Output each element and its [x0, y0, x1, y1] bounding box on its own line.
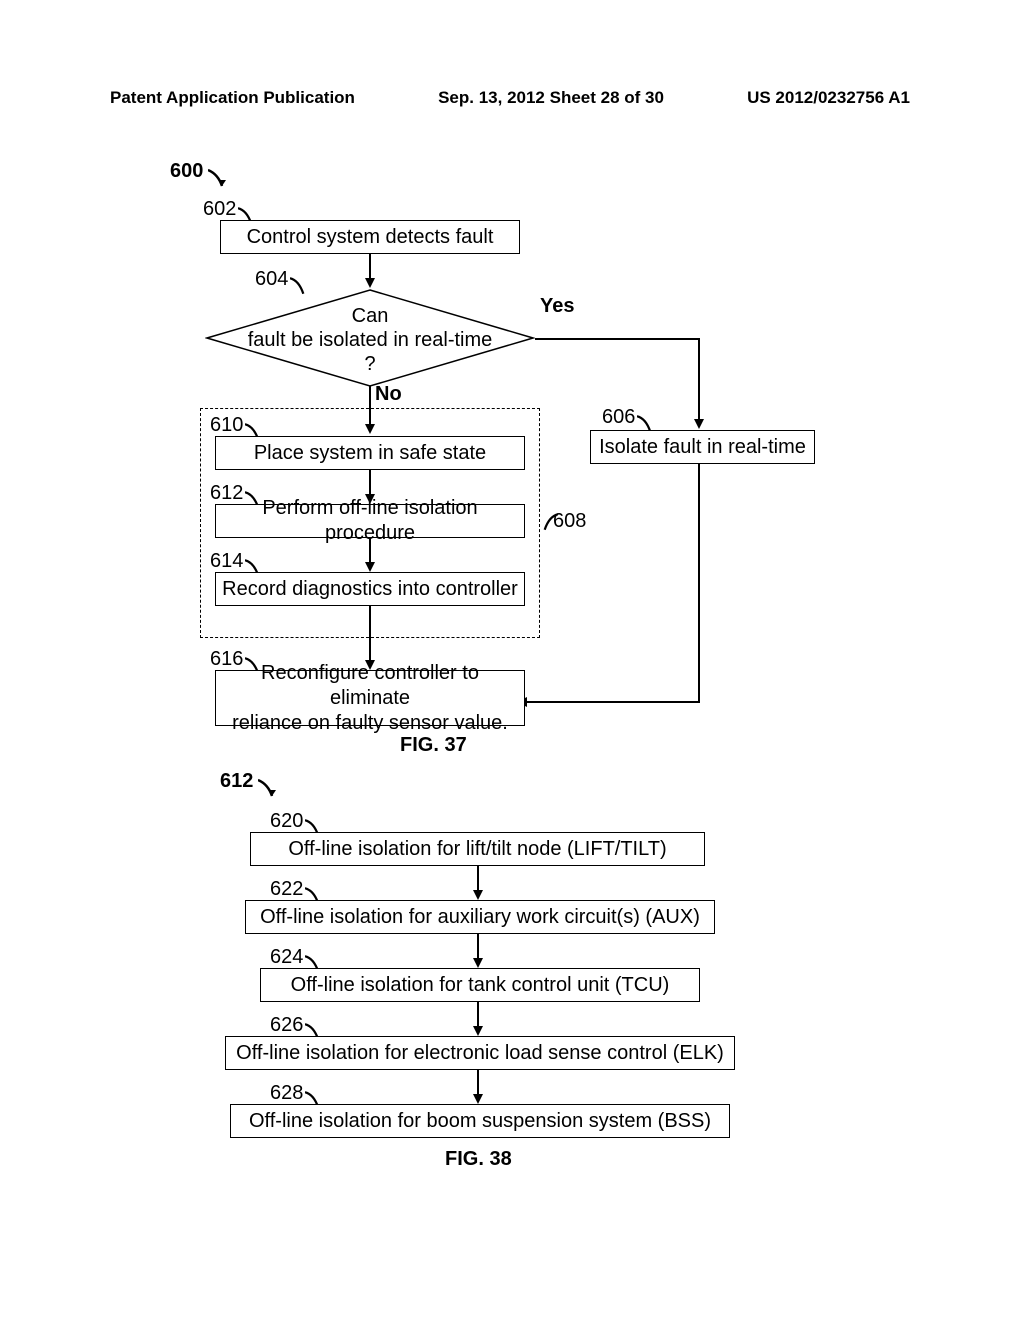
- arrowhead-622-624: [473, 958, 483, 968]
- box-616-text: Reconfigure controller to eliminate reli…: [222, 661, 518, 736]
- flow-box-622: Off-line isolation for auxiliary work ci…: [245, 900, 715, 934]
- header-left: Patent Application Publication: [110, 88, 355, 108]
- fig37-label: FIG. 37: [400, 734, 467, 757]
- arrowhead-624-626: [473, 1026, 483, 1036]
- decision-604: Can fault be isolated in real-time ?: [205, 288, 535, 388]
- arrow-602-604: [369, 254, 371, 280]
- arrow-yes-h: [535, 338, 700, 340]
- fig38-label: FIG. 38: [445, 1148, 512, 1171]
- arrowhead-yes: [694, 419, 704, 429]
- box-626-text: Off-line isolation for electronic load s…: [236, 1041, 724, 1066]
- arrow-614-616: [369, 606, 371, 662]
- ref-606: 606: [602, 406, 635, 429]
- ref-624: 624: [270, 946, 303, 969]
- arrow-626-628: [477, 1070, 479, 1096]
- box-628-text: Off-line isolation for boom suspension s…: [249, 1109, 711, 1134]
- flow-box-628: Off-line isolation for boom suspension s…: [230, 1104, 730, 1138]
- ref-610: 610: [210, 414, 243, 437]
- hook-600: [208, 168, 228, 188]
- flow-box-616: Reconfigure controller to eliminate reli…: [215, 670, 525, 726]
- box-620-text: Off-line isolation for lift/tilt node (L…: [288, 837, 666, 862]
- ref-614: 614: [210, 550, 243, 573]
- arrow-606-616-v: [698, 464, 700, 703]
- box-606-text: Isolate fault in real-time: [599, 435, 806, 460]
- box-602-text: Control system detects fault: [247, 225, 494, 250]
- ref-612-fig38: 612: [220, 770, 253, 793]
- arrow-620-622: [477, 866, 479, 892]
- header-mid: Sep. 13, 2012 Sheet 28 of 30: [438, 88, 664, 108]
- content-area: 600 602 Control system detects fault 604…: [100, 150, 924, 1270]
- decision-604-text: Can fault be isolated in real-time ?: [205, 304, 535, 376]
- flow-box-602: Control system detects fault: [220, 220, 520, 254]
- arrow-606-616-h: [525, 701, 700, 703]
- arrow-622-624: [477, 934, 479, 960]
- flow-box-612: Perform off-line isolation procedure: [215, 504, 525, 538]
- yes-label: Yes: [540, 295, 574, 318]
- flow-box-614: Record diagnostics into controller: [215, 572, 525, 606]
- hook-608: [538, 512, 558, 532]
- flow-box-624: Off-line isolation for tank control unit…: [260, 968, 700, 1002]
- box-610-text: Place system in safe state: [254, 441, 486, 466]
- ref-608: 608: [553, 510, 586, 533]
- flow-box-610: Place system in safe state: [215, 436, 525, 470]
- arrow-624-626: [477, 1002, 479, 1028]
- arrow-612-614: [369, 538, 371, 564]
- arrowhead-626-628: [473, 1094, 483, 1104]
- ref-602: 602: [203, 198, 236, 221]
- ref-600: 600: [170, 160, 203, 183]
- header-right: US 2012/0232756 A1: [747, 88, 910, 108]
- arrow-610-612: [369, 470, 371, 496]
- ref-626: 626: [270, 1014, 303, 1037]
- flow-box-606: Isolate fault in real-time: [590, 430, 815, 464]
- no-label: No: [375, 383, 402, 406]
- ref-622: 622: [270, 878, 303, 901]
- flow-box-620: Off-line isolation for lift/tilt node (L…: [250, 832, 705, 866]
- box-622-text: Off-line isolation for auxiliary work ci…: [260, 905, 700, 930]
- flow-box-626: Off-line isolation for electronic load s…: [225, 1036, 735, 1070]
- arrowhead-620-622: [473, 890, 483, 900]
- ref-628: 628: [270, 1082, 303, 1105]
- arrowhead-612-614: [365, 562, 375, 572]
- arrowhead-602-604: [365, 278, 375, 288]
- arrow-yes-v: [698, 338, 700, 421]
- ref-620: 620: [270, 810, 303, 833]
- hook-612-fig38: [258, 778, 278, 798]
- box-614-text: Record diagnostics into controller: [222, 577, 518, 602]
- box-624-text: Off-line isolation for tank control unit…: [291, 973, 670, 998]
- page-header: Patent Application Publication Sep. 13, …: [110, 88, 910, 108]
